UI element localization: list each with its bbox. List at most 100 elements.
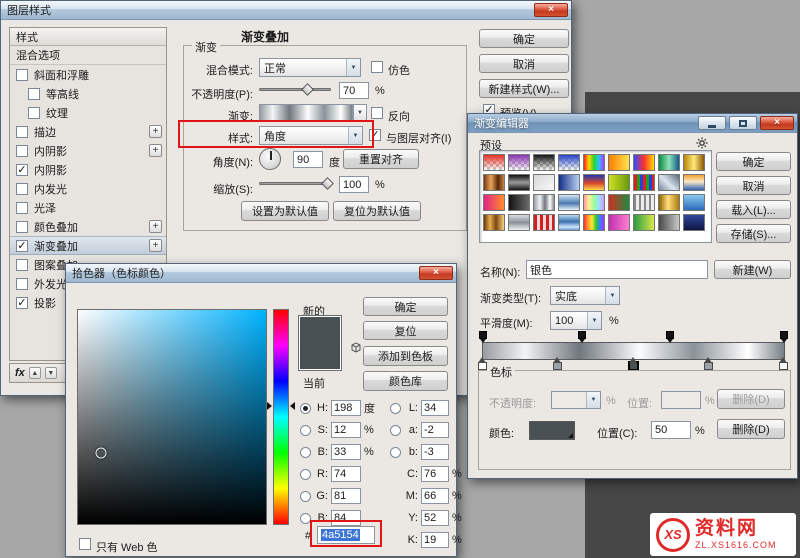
color-location-input[interactable]: 50 — [651, 421, 691, 439]
opacity-slider-thumb[interactable] — [301, 83, 315, 96]
field-input[interactable]: 34 — [421, 400, 449, 416]
layer-style-item-6[interactable]: 内发光 — [10, 179, 166, 198]
gradient-picker-button[interactable]: ▼ — [353, 104, 367, 121]
ok-button[interactable]: 确定 — [716, 152, 791, 171]
fx-icon[interactable]: fx — [15, 367, 25, 379]
hue-slider[interactable] — [267, 309, 295, 525]
gradient-editor-titlebar[interactable]: 渐变编辑器 × — [468, 114, 797, 133]
style-checkbox[interactable] — [28, 87, 40, 100]
field-input[interactable]: 74 — [331, 466, 361, 482]
gradient-preset-30[interactable] — [558, 214, 580, 231]
gradient-preset-20[interactable] — [533, 194, 555, 211]
angle-dial[interactable] — [259, 148, 281, 170]
ok-button[interactable]: 确定 — [479, 29, 569, 48]
gradient-preset-12[interactable] — [558, 174, 580, 191]
reset-align-button[interactable]: 重置对齐 — [343, 149, 419, 169]
gradient-preset-26[interactable] — [683, 194, 705, 211]
add-effect-icon[interactable]: + — [149, 220, 162, 233]
reverse-checkbox[interactable] — [371, 107, 383, 119]
gradient-preset-27[interactable] — [483, 214, 505, 231]
color-stop[interactable] — [703, 357, 713, 370]
field-input[interactable]: -3 — [421, 444, 449, 460]
color-field[interactable] — [77, 309, 267, 525]
field-input[interactable]: 198 — [331, 400, 361, 416]
new-gradient-button[interactable]: 新建(W) — [714, 260, 791, 279]
move-down-icon[interactable]: ▼ — [44, 367, 57, 379]
gradient-bar[interactable] — [478, 331, 788, 370]
style-checkbox[interactable] — [16, 220, 28, 233]
save-button[interactable]: 存储(S)... — [716, 224, 791, 243]
hex-input[interactable]: 4a5154 — [317, 526, 375, 544]
style-checkbox[interactable] — [16, 68, 28, 81]
style-checkbox[interactable] — [16, 125, 28, 138]
color-picker-titlebar[interactable]: 拾色器（色标颜色） × — [66, 264, 456, 283]
style-checkbox[interactable] — [16, 144, 28, 157]
layer-style-item-0[interactable]: 斜面和浮雕 — [10, 65, 166, 84]
field-radio[interactable] — [300, 446, 311, 458]
blend-mode-dropdown[interactable]: 正常 ▼ — [259, 58, 361, 77]
field-input[interactable]: 33 — [331, 444, 361, 460]
load-button[interactable]: 载入(L)... — [716, 200, 791, 219]
add-to-swatches-button[interactable]: 添加到色板 — [363, 346, 448, 366]
gradient-preset-24[interactable] — [633, 194, 655, 211]
ok-button[interactable]: 确定 — [363, 297, 448, 316]
style-checkbox[interactable]: ✓ — [16, 239, 28, 252]
gradient-preset-35[interactable] — [683, 214, 705, 231]
field-input[interactable]: 12 — [331, 422, 361, 438]
gradient-preset-6[interactable] — [633, 154, 655, 171]
gradient-preset-22[interactable] — [583, 194, 605, 211]
field-input[interactable]: -2 — [421, 422, 449, 438]
angle-input[interactable]: 90 — [293, 151, 323, 168]
cancel-button[interactable]: 取消 — [479, 54, 569, 73]
gradient-preset-15[interactable] — [633, 174, 655, 191]
new-style-button[interactable]: 新建样式(W)... — [479, 79, 569, 98]
add-effect-icon[interactable]: + — [149, 125, 162, 138]
style-checkbox[interactable] — [28, 106, 40, 119]
layer-style-item-3[interactable]: 描边 + — [10, 122, 166, 141]
gradient-preset-16[interactable] — [658, 174, 680, 191]
smoothness-input[interactable]: 100 ▼ — [550, 311, 602, 330]
opacity-stop[interactable] — [578, 331, 587, 343]
gradient-preset-8[interactable] — [683, 154, 705, 171]
gradient-preset-10[interactable] — [508, 174, 530, 191]
field-radio[interactable] — [390, 402, 401, 414]
maximize-icon[interactable] — [729, 116, 757, 130]
gradient-preview-strip[interactable] — [259, 104, 353, 121]
style-checkbox[interactable] — [16, 201, 28, 214]
style-checkbox[interactable]: ✓ — [16, 163, 28, 176]
gradient-preset-33[interactable] — [633, 214, 655, 231]
field-radio[interactable] — [300, 512, 311, 524]
blending-options-item[interactable]: 混合选项 — [10, 46, 166, 65]
close-icon[interactable]: × — [534, 3, 568, 17]
color-libraries-button[interactable]: 颜色库 — [363, 371, 448, 391]
gradient-preset-25[interactable] — [658, 194, 680, 211]
gradient-preset-14[interactable] — [608, 174, 630, 191]
gradient-preset-34[interactable] — [658, 214, 680, 231]
layer-style-item-4[interactable]: 内阴影 + — [10, 141, 166, 160]
gradient-preset-4[interactable] — [583, 154, 605, 171]
opacity-input[interactable]: 70 — [339, 82, 369, 99]
gradient-preset-32[interactable] — [608, 214, 630, 231]
stop-color-swatch[interactable] — [529, 421, 575, 440]
layer-style-item-5[interactable]: ✓ 内阴影 — [10, 160, 166, 179]
gradient-preset-11[interactable] — [533, 174, 555, 191]
gradient-preset-31[interactable] — [583, 214, 605, 231]
field-input[interactable]: 66 — [421, 488, 449, 504]
gradient-preset-21[interactable] — [558, 194, 580, 211]
gradient-preset-7[interactable] — [658, 154, 680, 171]
field-radio[interactable] — [300, 468, 311, 480]
dither-checkbox[interactable] — [371, 61, 383, 73]
gradient-preset-2[interactable] — [533, 154, 555, 171]
close-icon[interactable]: × — [760, 116, 794, 130]
field-input[interactable]: 19 — [421, 532, 449, 548]
color-stop[interactable] — [779, 357, 788, 370]
scale-input[interactable]: 100 — [339, 176, 369, 193]
field-radio[interactable] — [300, 424, 311, 436]
opacity-stop[interactable] — [665, 331, 674, 343]
field-radio[interactable] — [300, 402, 311, 414]
style-checkbox[interactable] — [16, 277, 28, 290]
gradient-preset-28[interactable] — [508, 214, 530, 231]
add-effect-icon[interactable]: + — [149, 144, 162, 157]
field-radio[interactable] — [300, 490, 311, 502]
field-input[interactable]: 52 — [421, 510, 449, 526]
